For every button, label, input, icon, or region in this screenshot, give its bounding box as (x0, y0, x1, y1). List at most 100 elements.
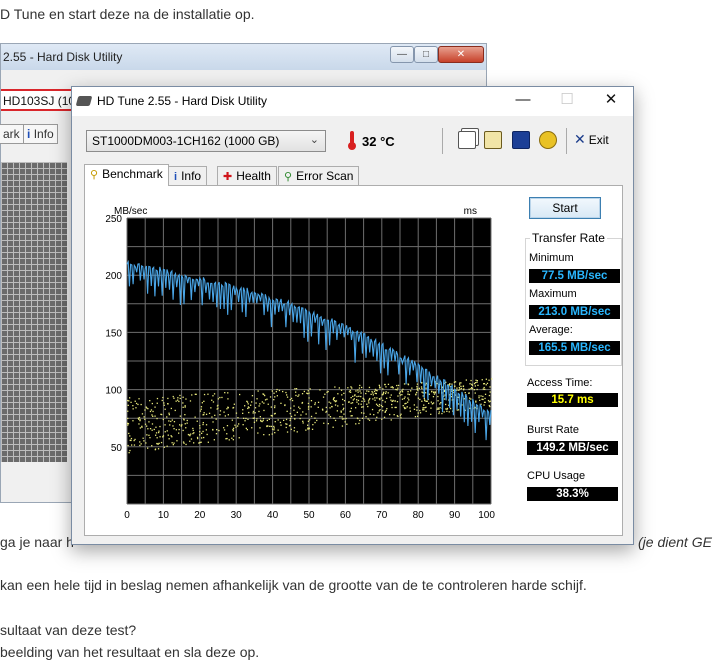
options-icon[interactable] (539, 131, 557, 149)
background-tab-info[interactable]: i Info (23, 124, 58, 144)
access-time-point (231, 419, 233, 421)
access-time-point (459, 384, 461, 386)
access-time-point (139, 444, 141, 447)
access-time-point (332, 426, 334, 428)
access-time-point (262, 393, 264, 395)
tab-error-scan[interactable]: ⚲ Error Scan (278, 166, 360, 186)
background-minimize-button[interactable]: — (390, 46, 414, 63)
access-time-point (289, 412, 291, 415)
maximum-label: Maximum (529, 288, 577, 300)
access-time-point (159, 425, 161, 428)
access-time-point (422, 395, 424, 397)
tab-health[interactable]: ✚ Health (217, 166, 277, 186)
access-time-point (376, 416, 378, 418)
access-time-point (343, 413, 345, 415)
access-time-point (127, 417, 129, 420)
access-time-point (168, 412, 170, 414)
minimum-value: 77.5 MB/sec (529, 269, 620, 283)
x-tick-label: 50 (303, 510, 315, 520)
access-time-point (391, 400, 393, 402)
access-time-point (359, 384, 361, 387)
access-time-point (413, 404, 415, 406)
access-time-point (458, 386, 460, 389)
access-time-point (176, 440, 178, 442)
access-time-point (344, 421, 346, 423)
access-time-point (468, 388, 470, 390)
tab-info[interactable]: i Info (168, 166, 208, 186)
access-time-point (451, 383, 453, 385)
maximize-button[interactable]: ☐ (544, 89, 590, 113)
access-time-point (256, 418, 258, 420)
hdtune-window[interactable]: HD Tune 2.55 - Hard Disk Utility — ☐ ✕ S… (71, 86, 634, 545)
access-time-point (409, 407, 411, 409)
access-time-point (307, 420, 310, 422)
access-time-point (484, 397, 486, 400)
access-time-point (202, 414, 204, 416)
access-time-point (449, 383, 451, 385)
access-time-point (268, 418, 270, 420)
minimize-button[interactable]: — (500, 89, 546, 113)
access-time-point (252, 412, 254, 414)
access-time-point (200, 441, 202, 443)
access-time-point (254, 412, 256, 414)
background-close-button[interactable]: ✕ (438, 46, 484, 63)
access-time-point (368, 402, 370, 404)
access-time-point (159, 436, 161, 438)
background-maximize-button[interactable]: □ (414, 46, 438, 63)
access-time-point (391, 386, 393, 388)
access-time-point (404, 396, 406, 398)
drive-select[interactable]: ST1000DM003-1CH162 (1000 GB) ⌄ (86, 130, 326, 152)
window-titlebar[interactable]: HD Tune 2.55 - Hard Disk Utility — ☐ ✕ (72, 87, 633, 116)
access-time-point (227, 407, 229, 409)
access-time-point (469, 383, 471, 385)
access-time-point (302, 420, 304, 422)
access-time-point (223, 427, 225, 429)
access-time-point (425, 387, 427, 389)
access-time-point (376, 397, 378, 399)
close-button[interactable]: ✕ (588, 89, 634, 113)
access-time-point (171, 442, 173, 444)
access-time-point (172, 444, 174, 446)
access-time-point (157, 448, 160, 450)
access-time-point (129, 435, 131, 437)
tab-benchmark[interactable]: ⚲ Benchmark (84, 164, 169, 186)
access-time-point (219, 414, 221, 416)
access-time-point (133, 444, 136, 446)
access-time-point (384, 411, 386, 413)
access-time-point (357, 391, 359, 393)
access-time-point (416, 409, 418, 411)
access-time-point (368, 386, 371, 389)
access-time-point (465, 379, 467, 381)
access-time-point (166, 445, 168, 447)
access-time-point (245, 417, 247, 420)
access-time-point (360, 392, 362, 394)
access-time-point (380, 404, 382, 407)
access-time-point (187, 433, 190, 436)
access-time-point (489, 405, 491, 408)
access-time-point (203, 412, 205, 414)
access-time-point (404, 403, 406, 405)
copy-info-icon[interactable] (458, 131, 476, 149)
copy-screenshot-icon[interactable] (484, 131, 502, 149)
save-icon[interactable] (512, 131, 530, 149)
access-time-point (305, 429, 307, 431)
start-button[interactable]: Start (529, 197, 601, 219)
access-time-point (308, 397, 310, 399)
access-time-point (258, 410, 260, 413)
access-time-point (184, 423, 186, 425)
access-time-point (149, 428, 152, 430)
exit-button[interactable]: ✕ Exit (574, 131, 609, 148)
access-time-point (226, 433, 228, 435)
access-time-point (184, 414, 186, 416)
x-tick-label: 30 (231, 510, 243, 520)
access-time-point (224, 392, 226, 394)
access-time-point (203, 436, 205, 439)
access-time-point (181, 424, 183, 426)
access-time-point (355, 423, 357, 425)
access-time-point (307, 424, 309, 426)
access-time-point (189, 440, 191, 442)
background-tab-benchmark[interactable]: ark (0, 124, 24, 144)
access-time-point (423, 404, 425, 406)
access-time-point (179, 415, 181, 417)
access-time-point (334, 419, 337, 422)
